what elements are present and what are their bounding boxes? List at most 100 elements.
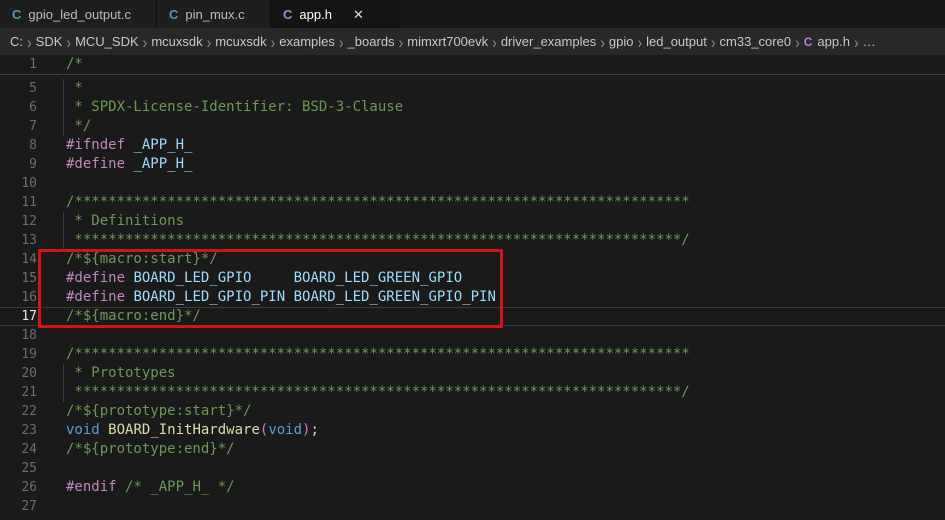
h-file-icon: C: [283, 7, 292, 22]
code-text: [40, 326, 945, 345]
code-token: _APP_H_: [133, 137, 192, 153]
code-line[interactable]: 6 * SPDX-License-Identifier: BSD-3-Claus…: [0, 98, 945, 117]
breadcrumb-item-c[interactable]: C:: [10, 34, 23, 49]
code-line[interactable]: 7 */: [0, 117, 945, 136]
code-text: [40, 459, 945, 478]
code-text: #ifndef _APP_H_: [40, 136, 945, 155]
code-text: #endif /* _APP_H_ */: [40, 478, 945, 497]
line-number: 6: [0, 98, 40, 117]
line-number: 10: [0, 174, 40, 193]
chevron-right-icon: ›: [399, 32, 404, 51]
tab-pin-mux-c[interactable]: Cpin_mux.c: [157, 0, 271, 28]
code-token: * SPDX-License-Identifier: BSD-3-Clause: [66, 99, 403, 115]
code-text: void BOARD_InitHardware(void);: [40, 421, 945, 440]
code-token: [251, 270, 293, 286]
line-number: 23: [0, 421, 40, 440]
line-number: 13: [0, 231, 40, 250]
code-token: [285, 289, 293, 305]
code-token: ****************************************…: [66, 232, 690, 248]
line-number: 8: [0, 136, 40, 155]
code-text: #define BOARD_LED_GPIO_PIN BOARD_LED_GRE…: [40, 288, 945, 307]
code-token: /*: [66, 56, 83, 72]
code-line[interactable]: 22/*${prototype:start}*/: [0, 402, 945, 421]
code-line[interactable]: 19/*************************************…: [0, 345, 945, 364]
line-number: 22: [0, 402, 40, 421]
breadcrumb-item-led-output[interactable]: led_output: [646, 34, 707, 49]
c-file-icon: C: [169, 7, 178, 22]
tab-label: gpio_led_output.c: [28, 7, 131, 22]
code-token: BOARD_LED_GPIO: [133, 270, 251, 286]
code-token: #define: [66, 270, 133, 286]
line-number: 20: [0, 364, 40, 383]
breadcrumb-item-mcuxsdk[interactable]: mcuxsdk: [215, 34, 266, 49]
breadcrumb-overflow[interactable]: …: [863, 34, 876, 49]
code-token: [100, 422, 108, 438]
breadcrumb-item-examples[interactable]: examples: [279, 34, 335, 49]
tab-app-h[interactable]: Capp.h ✕: [271, 0, 399, 28]
code-text: *: [40, 79, 945, 98]
code-text: * Prototypes: [40, 364, 945, 383]
code-line[interactable]: 24/*${prototype:end}*/: [0, 440, 945, 459]
code-line[interactable]: 13 *************************************…: [0, 231, 945, 250]
code-text: [40, 497, 945, 516]
line-number: 25: [0, 459, 40, 478]
code-line[interactable]: 11/*************************************…: [0, 193, 945, 212]
code-line[interactable]: 9#define _APP_H_: [0, 155, 945, 174]
tab-label: app.h: [299, 7, 332, 22]
code-token: void: [66, 422, 100, 438]
breadcrumb-item-cm33-core0[interactable]: cm33_core0: [720, 34, 792, 49]
breadcrumb-item-driver-examples[interactable]: driver_examples: [501, 34, 596, 49]
code-text: /***************************************…: [40, 345, 945, 364]
code-line[interactable]: 16#define BOARD_LED_GPIO_PIN BOARD_LED_G…: [0, 288, 945, 307]
breadcrumb-item-boards[interactable]: _boards: [348, 34, 395, 49]
code-token: #ifndef: [66, 137, 133, 153]
code-line[interactable]: 12 * Definitions: [0, 212, 945, 231]
chevron-right-icon: ›: [27, 32, 32, 51]
code-token: ****************************************…: [66, 384, 690, 400]
breadcrumb-file[interactable]: app.h: [817, 34, 850, 49]
code-line[interactable]: 5 *: [0, 79, 945, 98]
breadcrumb-item-mcu-sdk[interactable]: MCU_SDK: [75, 34, 139, 49]
code-line[interactable]: 25: [0, 459, 945, 478]
code-line[interactable]: 26#endif /* _APP_H_ */: [0, 478, 945, 497]
code-token: */: [66, 118, 91, 134]
code-line[interactable]: 14/*${macro:start}*/: [0, 250, 945, 269]
code-token: /*${macro:end}*/: [66, 308, 201, 324]
code-line[interactable]: 23void BOARD_InitHardware(void);: [0, 421, 945, 440]
chevron-right-icon: ›: [339, 32, 344, 51]
code-text: #define _APP_H_: [40, 155, 945, 174]
close-icon[interactable]: ✕: [353, 8, 364, 21]
tab-label: pin_mux.c: [185, 7, 244, 22]
chevron-right-icon: ›: [637, 32, 642, 51]
code-line[interactable]: 8#ifndef _APP_H_: [0, 136, 945, 155]
code-token: /***************************************…: [66, 346, 690, 362]
line-number: 21: [0, 383, 40, 402]
code-line[interactable]: 15#define BOARD_LED_GPIO BOARD_LED_GREEN…: [0, 269, 945, 288]
line-number: 27: [0, 497, 40, 516]
line-number: 18: [0, 326, 40, 345]
code-line[interactable]: 17/*${macro:end}*/: [0, 307, 945, 326]
code-text: /*${macro:end}*/: [40, 307, 945, 326]
code-token: #define: [66, 156, 133, 172]
code-editor[interactable]: 1/* 5 *6 * SPDX-License-Identifier: BSD-…: [0, 55, 945, 516]
code-token: #endif: [66, 479, 125, 495]
code-line[interactable]: 21 *************************************…: [0, 383, 945, 402]
chevron-right-icon: ›: [600, 32, 605, 51]
code-line[interactable]: 10: [0, 174, 945, 193]
code-token: /* _APP_H_ */: [125, 479, 235, 495]
code-line[interactable]: 18: [0, 326, 945, 345]
breadcrumb-item-mcuxsdk[interactable]: mcuxsdk: [151, 34, 202, 49]
tab-gpio-led-output-c[interactable]: Cgpio_led_output.c: [0, 0, 157, 28]
code-token: BOARD_LED_GREEN_GPIO: [294, 270, 463, 286]
sticky-line[interactable]: 1/*: [0, 55, 945, 75]
breadcrumb-item-sdk[interactable]: SDK: [36, 34, 63, 49]
code-line[interactable]: 27: [0, 497, 945, 516]
breadcrumb-item-gpio[interactable]: gpio: [609, 34, 634, 49]
code-text: #define BOARD_LED_GPIO BOARD_LED_GREEN_G…: [40, 269, 945, 288]
code-lines: 5 *6 * SPDX-License-Identifier: BSD-3-Cl…: [0, 75, 945, 516]
chevron-right-icon: ›: [143, 32, 148, 51]
breadcrumb-item-mimxrt700evk[interactable]: mimxrt700evk: [407, 34, 488, 49]
code-line[interactable]: 20 * Prototypes: [0, 364, 945, 383]
line-number: 11: [0, 193, 40, 212]
code-text: /*${prototype:start}*/: [40, 402, 945, 421]
